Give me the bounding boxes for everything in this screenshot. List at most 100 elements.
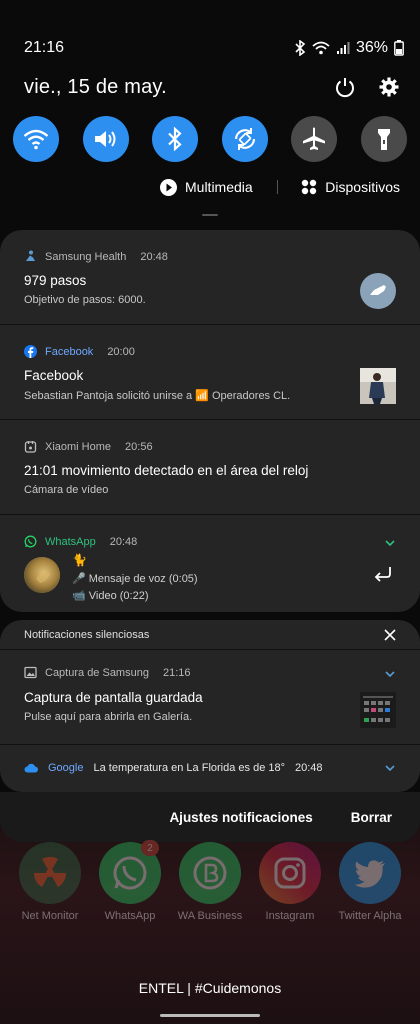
radiation-icon — [33, 856, 67, 887]
notification-google[interactable]: Google La temperatura en La Florida es d… — [0, 745, 420, 791]
expand-chevron-icon[interactable] — [384, 764, 396, 772]
app-name: Facebook — [45, 345, 94, 358]
app-name: Xiaomi Home — [45, 440, 112, 453]
signal-icon — [336, 42, 350, 54]
app-whatsapp[interactable]: 2 WhatsApp — [92, 840, 168, 932]
clear-button[interactable]: Borrar — [351, 810, 392, 825]
reply-icon[interactable] — [372, 565, 394, 583]
notification-body: Objetivo de pasos: 6000. — [24, 294, 146, 306]
notification-xiaomi-home[interactable]: Xiaomi Home 20:56 21:01 movimiento detec… — [0, 420, 420, 515]
app-net-monitor[interactable]: Net Monitor — [12, 842, 88, 932]
notification-title: Captura de pantalla guardada — [24, 690, 203, 705]
net-monitor-icon — [19, 842, 81, 904]
facebook-icon — [24, 345, 37, 358]
airplane-toggle[interactable] — [291, 116, 338, 162]
business-b-icon — [193, 856, 227, 890]
app-label: WA Business — [177, 910, 243, 922]
home-dock: Net Monitor 2 WhatsApp WA Business Insta… — [0, 840, 420, 932]
power-icon[interactable] — [334, 76, 356, 98]
app-wa-business[interactable]: WA Business — [172, 842, 248, 932]
notification-whatsapp[interactable]: WhatsApp 20:48 🐈 🎤 Mensaje de voz (0:05)… — [0, 515, 420, 612]
notification-screenshot[interactable]: Captura de Samsung 21:16 Captura de pant… — [0, 650, 420, 745]
notification-panel: Samsung Health 20:48 979 pasos Objetivo … — [0, 230, 420, 612]
drag-handle[interactable] — [202, 214, 218, 216]
bluetooth-icon — [168, 127, 182, 151]
bluetooth-toggle[interactable] — [152, 116, 199, 162]
devices-grid-icon — [302, 179, 317, 195]
notification-time: 20:48 — [140, 250, 168, 263]
contact-avatar — [24, 557, 60, 593]
battery-percent: 36% — [355, 39, 388, 56]
devices-button[interactable]: Dispositivos — [301, 179, 400, 195]
notification-time: 20:00 — [107, 345, 135, 358]
notification-title: 21:01 movimiento detectado en el área de… — [24, 463, 309, 478]
expand-chevron-icon[interactable] — [384, 539, 396, 547]
profile-photo — [360, 368, 396, 404]
xiaomi-home-icon — [24, 441, 37, 453]
silent-header: Notificaciones silenciosas — [0, 620, 420, 650]
media-divider — [276, 180, 278, 194]
carrier-label: ENTEL | #Cuidemonos — [138, 980, 282, 996]
notification-title: 979 pasos — [24, 273, 87, 288]
silent-header-title: Notificaciones silenciosas — [24, 628, 150, 641]
play-icon — [160, 178, 177, 196]
sound-toggle[interactable] — [82, 116, 129, 162]
app-name: Google — [48, 762, 84, 774]
notification-actions-bar: Ajustes notificaciones Borrar — [0, 792, 420, 842]
whatsapp-line-2: 🎤 Mensaje de voz (0:05) — [72, 573, 198, 585]
app-label: Net Monitor — [21, 910, 79, 922]
unread-badge: 2 — [141, 840, 159, 856]
cloud-icon — [24, 763, 38, 773]
gesture-nav-bar[interactable] — [160, 1014, 260, 1017]
auto-rotate-toggle[interactable] — [221, 116, 268, 162]
app-twitter-alpha[interactable]: Twitter Alpha — [332, 842, 408, 932]
whatsapp-app-icon: 2 — [99, 840, 161, 904]
wa-business-icon — [179, 842, 241, 904]
samsung-health-icon — [26, 250, 35, 261]
airplane-icon — [303, 127, 326, 150]
app-name: Samsung Health — [45, 250, 127, 263]
multimedia-label: Multimedia — [185, 179, 253, 195]
whatsapp-line-1: 🐈 — [72, 553, 87, 567]
notification-samsung-health[interactable]: Samsung Health 20:48 979 pasos Objetivo … — [0, 230, 420, 325]
settings-gear-icon[interactable] — [378, 76, 400, 98]
notification-settings-button[interactable]: Ajustes notificaciones — [169, 810, 312, 825]
multimedia-button[interactable]: Multimedia — [160, 178, 253, 196]
bluetooth-status-icon — [295, 40, 306, 56]
notification-body: Sebastian Pantoja solicitó unirse a 📶 Op… — [24, 390, 291, 402]
app-label: WhatsApp — [104, 910, 156, 922]
sound-icon — [94, 131, 116, 147]
instagram-icon — [259, 842, 321, 904]
wifi-status-icon — [312, 41, 330, 55]
expand-chevron-icon[interactable] — [384, 670, 396, 678]
date-text: vie., 15 de may. — [24, 75, 167, 98]
flashlight-toggle[interactable] — [360, 116, 407, 162]
app-instagram[interactable]: Instagram — [252, 842, 328, 932]
close-icon[interactable] — [384, 628, 396, 641]
shoe-icon — [360, 273, 396, 309]
wifi-toggle[interactable] — [13, 116, 59, 162]
notification-body: Pulse aquí para abrirla en Galería. — [24, 711, 193, 723]
screenshot-app-icon — [24, 666, 37, 679]
bird-icon — [354, 860, 385, 888]
notification-time: 20:56 — [125, 440, 153, 453]
notification-title: Facebook — [24, 368, 84, 383]
screenshot-thumbnail — [360, 692, 396, 728]
flashlight-icon — [377, 129, 390, 150]
camera-icon — [274, 857, 306, 889]
date-row: vie., 15 de may. — [24, 72, 400, 102]
app-name: Captura de Samsung — [45, 666, 149, 679]
notification-time: 20:48 — [109, 535, 138, 548]
notification-body: Cámara de vídeo — [24, 484, 109, 496]
google-text: La temperatura en La Florida es de 18° — [93, 762, 286, 774]
whatsapp-line-3: 📹 Video (0:22) — [72, 590, 149, 602]
auto-rotate-icon — [234, 128, 255, 150]
media-row: Multimedia Dispositivos — [160, 176, 400, 198]
quick-settings-row — [13, 116, 407, 162]
notification-facebook[interactable]: Facebook 20:00 Facebook Sebastian Pantoj… — [0, 325, 420, 420]
status-bar: 21:16 36% — [24, 36, 404, 60]
battery-icon — [394, 40, 404, 56]
devices-label: Dispositivos — [325, 179, 400, 195]
whatsapp-phone-icon — [113, 856, 147, 890]
whatsapp-icon — [24, 535, 37, 548]
